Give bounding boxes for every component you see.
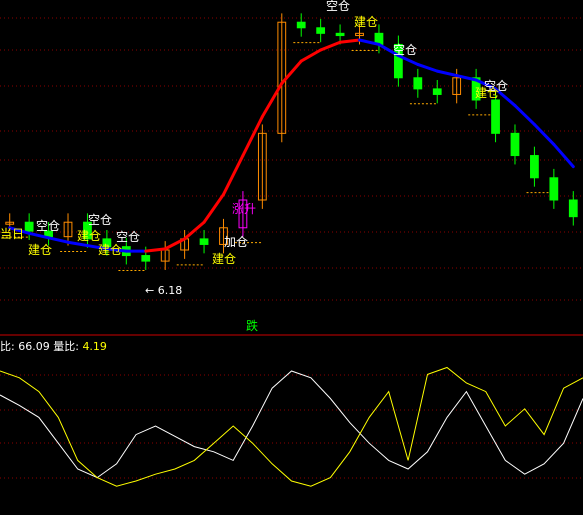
trend-line-segment <box>202 192 225 224</box>
signal-label: 建仓 <box>77 229 102 243</box>
candle-body <box>510 132 520 157</box>
indicator-label-2: 量比: <box>53 340 79 353</box>
candle-body <box>568 199 578 218</box>
candle-body <box>335 32 345 37</box>
trend-line-segment <box>552 142 575 169</box>
signal-label: 当日 <box>0 227 25 241</box>
chart-canvas <box>0 13 583 487</box>
stock-chart: 比: 66.09 量比: 4.19 空仓 空仓 空仓 空仓 空仓 空仓 建仓 建… <box>0 0 583 515</box>
signal-label: 空仓 <box>88 213 113 227</box>
trend-line-segment <box>319 40 342 52</box>
signal-label: 空仓 <box>393 43 418 57</box>
trend-line-segment <box>260 81 284 119</box>
trend-line-segment <box>47 236 70 244</box>
indicator-line-yellow <box>0 366 583 487</box>
low-price-label: ← 6.18 <box>145 284 183 297</box>
indicator-line-white <box>0 370 583 479</box>
candle-body <box>296 21 306 29</box>
signal-label: 空仓 <box>326 0 351 13</box>
signal-label: 建仓 <box>475 86 500 100</box>
trend-line-segment <box>221 154 245 196</box>
trend-line-segment <box>513 104 536 126</box>
bottom-tag-label: 跌 <box>246 319 259 333</box>
trend-line-segment <box>532 122 556 146</box>
signal-label: 建仓 <box>354 15 379 29</box>
candle-body <box>549 177 559 201</box>
signal-label: 加仓 <box>224 235 249 249</box>
indicator-readout: 比: 66.09 量比: 4.19 <box>0 338 107 354</box>
trend-line-segment <box>183 220 206 241</box>
candle-body <box>491 99 500 134</box>
candle-body <box>316 27 326 34</box>
signal-label: 建仓 <box>98 243 123 257</box>
indicator-value-2: 4.19 <box>82 340 107 353</box>
trend-line-segment <box>144 247 167 253</box>
signal-label: 涨升 <box>232 202 257 216</box>
trend-line-segment <box>435 69 459 78</box>
trend-line-segment <box>280 59 303 85</box>
candle-body <box>24 221 34 232</box>
signal-label: 空仓 <box>36 219 61 233</box>
trend-line-segment <box>163 237 187 251</box>
candle-body <box>413 77 423 90</box>
signal-label: 建仓 <box>28 243 53 257</box>
trend-line-segment <box>338 38 362 44</box>
candle-body <box>141 255 151 262</box>
trend-line-segment <box>241 115 264 158</box>
indicator-label-1: 比: <box>0 340 15 353</box>
candle-body <box>199 238 209 245</box>
signal-label: 建仓 <box>212 252 237 266</box>
trend-line-segment <box>416 62 439 73</box>
candle-body <box>530 155 539 179</box>
candle-body <box>432 88 442 95</box>
indicator-value-1: 66.09 <box>18 340 50 353</box>
trend-line-segment <box>299 48 323 63</box>
